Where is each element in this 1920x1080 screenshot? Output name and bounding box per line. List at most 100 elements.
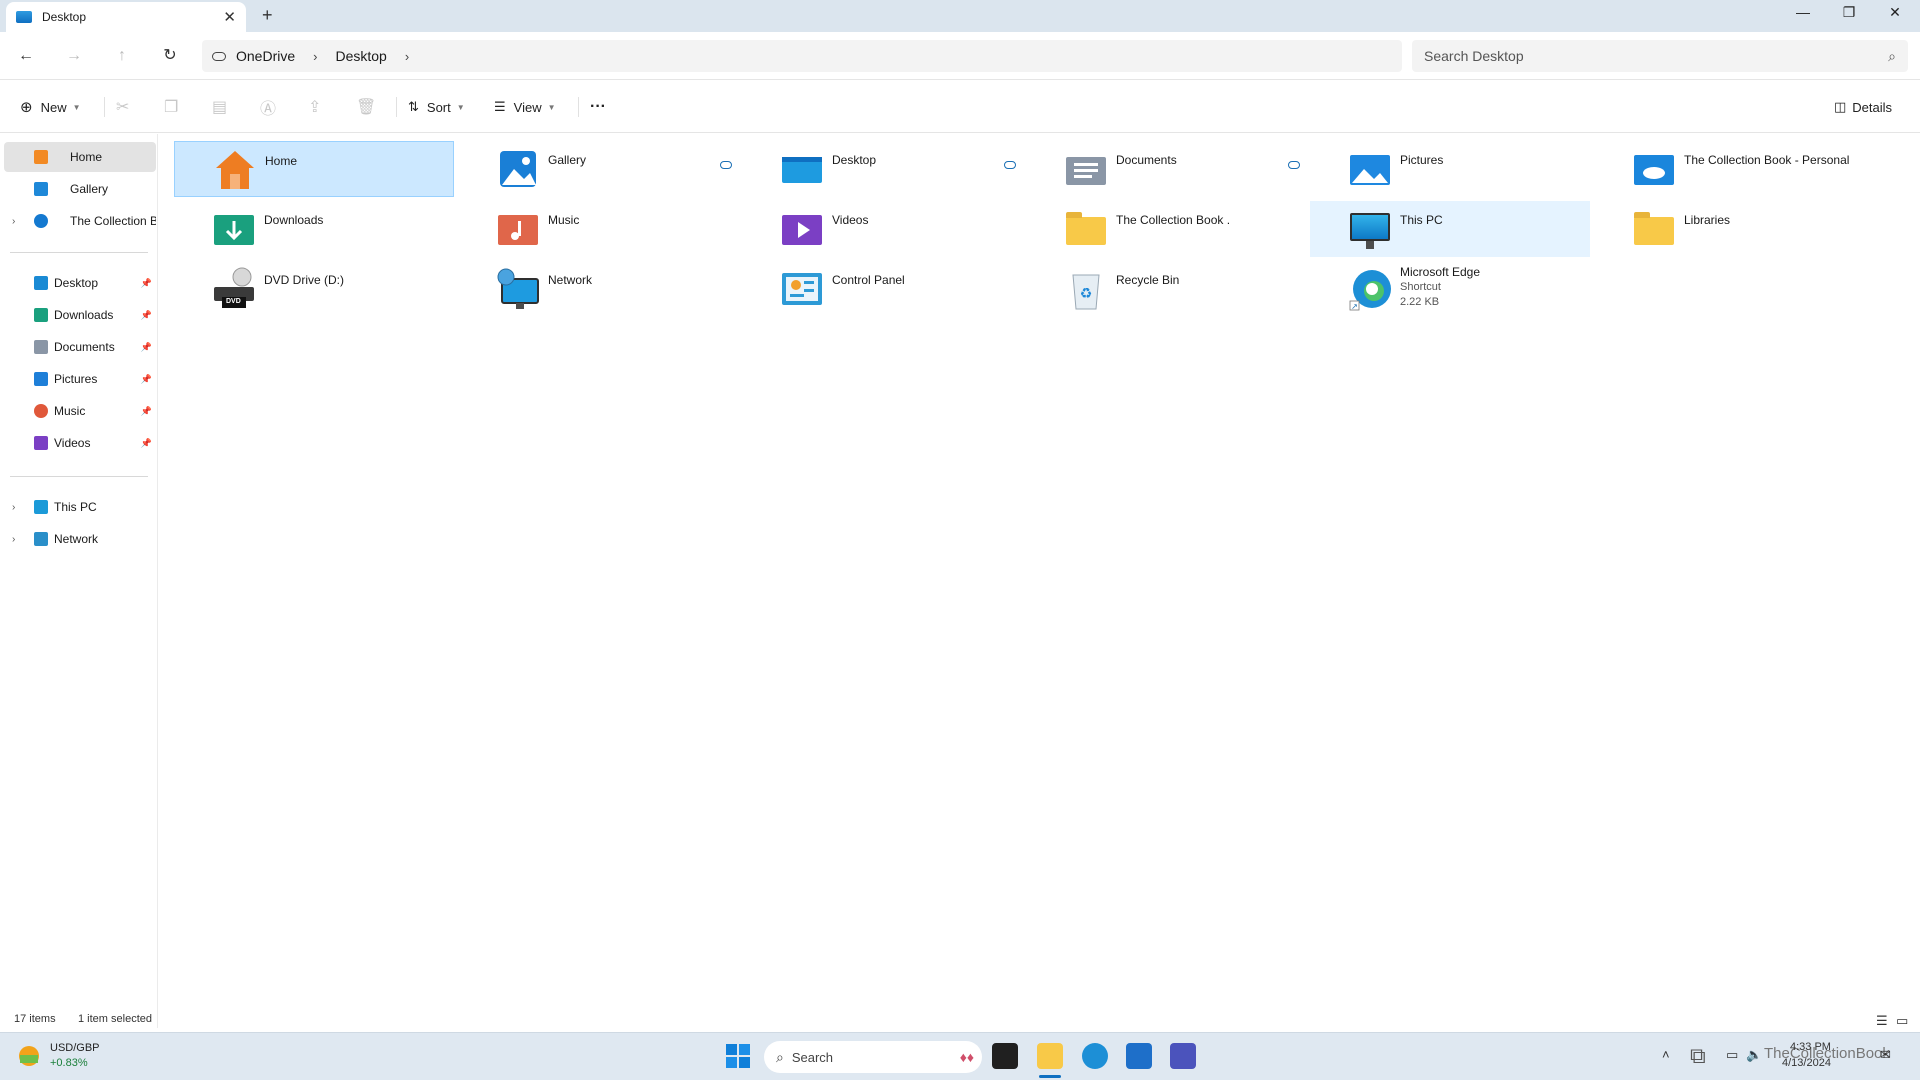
- refresh-icon[interactable]: ↻: [158, 44, 182, 68]
- item-microsoft-edge[interactable]: ↗ Microsoft Edge Shortcut 2.22 KB: [1310, 261, 1590, 317]
- new-tab-button[interactable]: +: [262, 5, 273, 26]
- item-documents[interactable]: Documents: [1004, 141, 1306, 197]
- close-window-button[interactable]: ✕: [1872, 4, 1918, 21]
- item-this-pc[interactable]: This PC: [1310, 201, 1590, 257]
- up-arrow-icon[interactable]: ↑: [110, 44, 134, 68]
- sidebar-item-music[interactable]: Music 📌: [4, 396, 156, 426]
- item-videos[interactable]: Videos: [742, 201, 1022, 257]
- item-network[interactable]: Network: [458, 261, 738, 317]
- tab-desktop[interactable]: Desktop ✕: [6, 2, 246, 32]
- breadcrumb-desktop[interactable]: Desktop: [335, 48, 386, 64]
- pictures-icon: [1348, 147, 1392, 191]
- item-desktop[interactable]: Desktop: [720, 141, 1022, 197]
- desktop-icon: [34, 276, 48, 290]
- chevron-up-icon[interactable]: ˄: [1662, 1047, 1670, 1062]
- view-button[interactable]: ☰ View ▼: [494, 95, 556, 119]
- clock-time[interactable]: 4:33 PM: [1790, 1041, 1831, 1053]
- file-explorer-icon[interactable]: [1037, 1043, 1063, 1069]
- item-downloads[interactable]: Downloads: [174, 201, 454, 257]
- computer-icon: [1348, 207, 1392, 251]
- item-home[interactable]: Home: [174, 141, 454, 197]
- details-button[interactable]: ◫ Details: [1834, 95, 1892, 119]
- breadcrumb-onedrive[interactable]: OneDrive: [236, 48, 295, 64]
- new-button[interactable]: ⊕ New ▼: [20, 95, 81, 119]
- item-gallery[interactable]: Gallery: [458, 141, 738, 197]
- item-label: Recycle Bin: [1116, 273, 1180, 287]
- sidebar-item-pictures[interactable]: Pictures 📌: [4, 364, 156, 394]
- search-input[interactable]: Search Desktop ⌕: [1412, 40, 1908, 72]
- sidebar-item-home[interactable]: Home: [4, 142, 156, 172]
- network-tray-icon[interactable]: ▭: [1726, 1047, 1738, 1063]
- music-icon: [34, 404, 48, 418]
- item-collection-book-folder[interactable]: The Collection Book .: [1026, 201, 1306, 257]
- pictures-icon: [34, 372, 48, 386]
- sidebar-item-label: Pictures: [54, 372, 98, 386]
- chevron-down-icon: ▼: [547, 102, 556, 112]
- share-icon[interactable]: ⇪: [308, 95, 321, 119]
- tiles-view-icon[interactable]: ▭: [1896, 1013, 1908, 1029]
- sidebar-item-network[interactable]: › Network: [4, 524, 156, 554]
- pin-icon: 📌: [140, 437, 152, 448]
- copy-icon[interactable]: ❐: [164, 95, 178, 119]
- sort-icon: ⇅: [408, 99, 419, 114]
- details-button-label: Details: [1852, 99, 1893, 115]
- sidebar-item-label: Home: [70, 150, 103, 164]
- sidebar-item-desktop[interactable]: Desktop 📌: [4, 268, 156, 298]
- item-control-panel[interactable]: Control Panel: [742, 261, 1022, 317]
- widget-title[interactable]: USD/GBP: [50, 1042, 100, 1054]
- widget-value[interactable]: +0.83%: [50, 1057, 88, 1069]
- control-panel-icon: [780, 267, 824, 311]
- paste-icon[interactable]: ▤: [212, 95, 227, 119]
- sidebar-item-documents[interactable]: Documents 📌: [4, 332, 156, 362]
- teams-icon[interactable]: [1170, 1043, 1196, 1069]
- sidebar-item-gallery[interactable]: Gallery: [4, 174, 156, 204]
- chevron-right-icon[interactable]: ›: [12, 502, 15, 513]
- item-pictures[interactable]: Pictures: [1288, 141, 1590, 197]
- address-bar[interactable]: OneDrive › Desktop ›: [202, 40, 1402, 72]
- details-view-icon[interactable]: ☰: [1876, 1013, 1888, 1029]
- item-size: 2.22 KB: [1400, 296, 1440, 308]
- sidebar-item-this-pc[interactable]: › This PC: [4, 492, 156, 522]
- sort-button[interactable]: ⇅ Sort ▼: [408, 95, 465, 119]
- microsoft-store-icon[interactable]: [1126, 1043, 1152, 1069]
- back-arrow-icon[interactable]: ←: [14, 44, 38, 68]
- sidebar-divider: [10, 476, 148, 477]
- item-label: Music: [548, 213, 580, 227]
- cut-icon[interactable]: ✂: [116, 95, 129, 119]
- chevron-right-icon[interactable]: ›: [405, 49, 409, 64]
- maximize-button[interactable]: ❐: [1826, 4, 1872, 21]
- taskbar-search[interactable]: ⌕ Search ♦♦: [764, 1041, 982, 1073]
- pin-icon: 📌: [140, 341, 152, 352]
- delete-icon[interactable]: 🗑: [356, 95, 376, 119]
- chevron-right-icon[interactable]: ›: [313, 49, 317, 64]
- item-recycle-bin[interactable]: ♻ Recycle Bin: [1026, 261, 1306, 317]
- forward-arrow-icon[interactable]: →: [62, 44, 86, 68]
- new-button-label: New: [40, 99, 67, 115]
- weather-widget-icon[interactable]: [14, 1041, 44, 1071]
- item-onedrive-personal[interactable]: The Collection Book - Personal: [1594, 141, 1874, 197]
- notifications-icon[interactable]: ✉: [1880, 1047, 1891, 1063]
- search-icon: ⌕: [776, 1048, 784, 1065]
- minimize-button[interactable]: —: [1780, 4, 1826, 20]
- navigation-bar: ← → ↑ ↻ OneDrive › Desktop › Search Desk…: [0, 32, 1920, 80]
- sidebar-item-videos[interactable]: Videos 📌: [4, 428, 156, 458]
- chevron-right-icon[interactable]: ›: [12, 534, 15, 545]
- chevron-right-icon[interactable]: ›: [12, 216, 15, 227]
- item-dvd-drive[interactable]: DVD DVD Drive (D:): [174, 261, 454, 317]
- item-libraries[interactable]: Libraries: [1594, 201, 1874, 257]
- sidebar-item-onedrive[interactable]: › The Collection Book - Personal: [4, 206, 156, 236]
- close-tab-button[interactable]: ✕: [223, 8, 236, 26]
- rename-icon[interactable]: Ⓐ: [260, 95, 276, 119]
- clock-date[interactable]: 4/13/2024: [1782, 1057, 1831, 1069]
- task-view-icon[interactable]: [992, 1043, 1018, 1069]
- folder-tab-icon: [16, 11, 32, 23]
- music-icon: [496, 207, 540, 251]
- search-icon: ⌕: [1888, 47, 1896, 64]
- sidebar-item-downloads[interactable]: Downloads 📌: [4, 300, 156, 330]
- windows-start-icon[interactable]: [726, 1044, 750, 1068]
- tab-label: Desktop: [42, 10, 87, 24]
- more-options-button[interactable]: ···: [590, 95, 606, 119]
- volume-icon[interactable]: 🔈: [1746, 1047, 1762, 1063]
- edge-icon[interactable]: [1082, 1043, 1108, 1069]
- item-music[interactable]: Music: [458, 201, 738, 257]
